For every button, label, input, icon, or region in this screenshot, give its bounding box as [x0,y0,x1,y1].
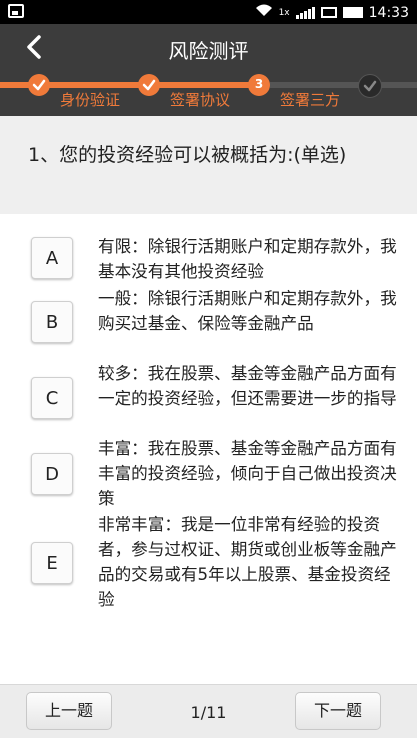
progress-segment [48,82,140,88]
step-1-label: 身份验证 [60,91,121,109]
step-2-label: 签署协议 [170,91,231,109]
option-c-text: 较多：我在股票、基金等金融产品方面有一定的投资经验，但还需要进一步的指导 [98,364,397,408]
signal-icon [295,6,315,19]
option-c-button[interactable]: C [31,377,73,419]
step-3-marker: 3 [248,74,270,96]
progress-segment [380,82,417,88]
step-3-label: 签署三方 [280,91,341,109]
progress-steps: 身份验证 签署协议 3 签署三方 [0,70,417,116]
step-4-check-icon [358,74,382,98]
question-panel: 1、您的投资经验可以被概括为:(单选) [0,116,417,214]
option-a-text: 有限：除银行活期账户和定期存款外，我基本没有其他投资经验 [98,237,397,281]
question-text: 1、您的投资经验可以被概括为:(单选) [28,144,347,166]
status-time: 14:33 [368,4,409,21]
status-icons: 1x 14:33 [255,4,409,21]
step-3-number: 3 [254,77,264,91]
wifi-icon [255,4,273,21]
image-icon [8,4,24,18]
next-question-button[interactable]: 下一题 [295,692,381,730]
option-d-text: 丰富：我在股票、基金等金融产品方面有丰富的投资经验，倾向于自己做出投资决策 [98,439,397,508]
battery-icon [342,7,363,18]
option-b-button[interactable]: B [31,301,73,343]
progress-segment [158,82,252,88]
mail-icon [320,7,337,18]
bottom-bar: 上一题 1/11 下一题 [0,684,417,738]
option-d-button[interactable]: D [31,453,73,495]
step-2-check-icon [138,74,160,96]
page-title: 风险测评 [168,39,249,63]
option-a-button[interactable]: A [31,237,73,279]
network-type: 1x [278,7,290,18]
option-b-text: 一般：除银行活期账户和定期存款外，我购买过基金、保险等金融产品 [98,289,397,333]
progress-segment [270,82,366,88]
title-bar: 风险测评 [0,24,417,70]
status-bar: 1x 14:33 [0,0,417,24]
step-1-check-icon [28,74,50,96]
option-e-text: 非常丰富：我是一位非常有经验的投资者，参与过权证、期货或创业板等金融产品的交易或… [98,515,397,609]
option-e-button[interactable]: E [31,542,73,584]
